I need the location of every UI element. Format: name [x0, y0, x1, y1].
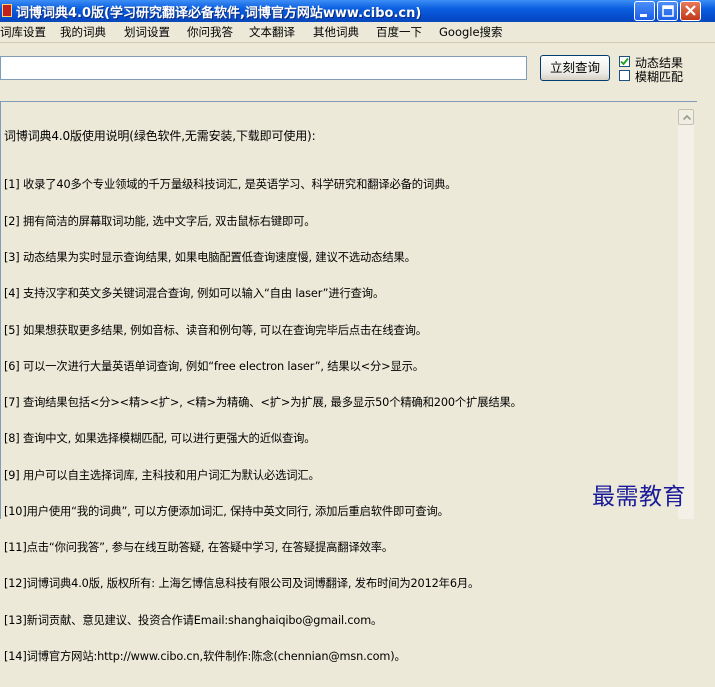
vertical-scrollbar[interactable]: [678, 109, 694, 519]
checkmark-icon: [620, 57, 629, 66]
minimize-button[interactable]: [634, 1, 655, 21]
usage-line: [13]新词贡献、意见建议、投资合作请Email:shanghaiqibo@gm…: [4, 613, 383, 627]
menu-item-word-capture-settings[interactable]: 划词设置: [124, 24, 170, 40]
watermark: 最需教育: [592, 484, 686, 510]
fuzzy-match-checkbox[interactable]: [619, 70, 630, 81]
close-icon: [685, 5, 696, 16]
usage-line: [2] 拥有简洁的屏幕取词功能, 选中文字后, 双击鼠标右键即可。: [4, 214, 316, 228]
search-button[interactable]: 立刻查询: [540, 55, 610, 81]
usage-line: [14]词博官方网站:http://www.cibo.cn,软件制作:陈念(ch…: [4, 650, 406, 664]
app-window: { "window": { "title": "词博词典4.0版(学习研究翻译必…: [0, 0, 715, 663]
menu-item-lexicon-settings[interactable]: 词库设置: [0, 24, 46, 40]
menu-item-baidu[interactable]: 百度一下: [376, 24, 422, 40]
usage-line: [8] 查询中文, 如果选择模糊匹配, 可以进行更强大的近似查询。: [4, 432, 316, 446]
fuzzy-match-label: 模糊匹配: [635, 70, 684, 84]
scroll-up-arrow-icon: [682, 114, 692, 121]
usage-line: [11]点击“你问我答”, 参与在线互助答疑, 在答疑中学习, 在答疑提高翻译效…: [4, 541, 394, 555]
maximize-button[interactable]: [657, 1, 678, 21]
minimize-icon: [640, 14, 647, 17]
usage-line: [5] 如果想获取更多结果, 例如音标、读音和例句等, 可以在查询完毕后点击在线…: [4, 323, 427, 337]
menu-item-other-dictionaries[interactable]: 其他词典: [313, 24, 359, 40]
menu-item-text-translation[interactable]: 文本翻译: [249, 24, 295, 40]
usage-line: [12]词博词典4.0版, 版权所有: 上海乞博信息科技有限公司及词博翻译, 发…: [4, 577, 480, 591]
title-bar[interactable]: 词博词典4.0版(学习研究翻译必备软件,词博官方网站www.cibo.cn): [0, 0, 715, 22]
maximize-icon: [662, 5, 674, 17]
menu-bar: 词库设置 我的词典 划词设置 你问我答 文本翻译 其他词典 百度一下 Googl…: [0, 22, 715, 43]
app-icon: [2, 4, 12, 17]
dynamic-results-checkbox[interactable]: [619, 56, 630, 67]
usage-line: [6] 可以一次进行大量英语单词查询, 例如“free electron las…: [4, 359, 424, 373]
search-input[interactable]: [0, 56, 527, 80]
scroll-up-button[interactable]: [678, 109, 694, 125]
usage-line: [9] 用户可以自主选择词库, 主科技和用户词汇为默认必选词汇。: [4, 468, 320, 482]
usage-line: [7] 查询结果包括<分><精><扩>, <精>为精确、<扩>为扩展, 最多显示…: [4, 396, 522, 410]
menu-item-google[interactable]: Google搜索: [439, 24, 503, 40]
menu-item-my-dictionary[interactable]: 我的词典: [60, 24, 106, 40]
result-text: 词博词典4.0版使用说明(绿色软件,无需安装,下载即可使用): [1] 收录了4…: [4, 105, 674, 687]
usage-line: [1] 收录了40多个专业领域的千万量级科技词汇, 是英语学习、科学研究和翻译必…: [4, 178, 457, 192]
usage-line: [10]用户使用“我的词典”, 可以方便添加词汇, 保持中英文同行, 添加后重启…: [4, 504, 449, 518]
window-frame-edge: [697, 101, 715, 519]
window-title: 词博词典4.0版(学习研究翻译必备软件,词博官方网站www.cibo.cn): [16, 6, 422, 21]
usage-heading: 词博词典4.0版使用说明(绿色软件,无需安装,下载即可使用):: [4, 129, 316, 144]
usage-line: [3] 动态结果为实时显示查询结果, 如果电脑配置低查询速度慢, 建议不选动态结…: [4, 250, 416, 264]
result-text-area[interactable]: 词博词典4.0版使用说明(绿色软件,无需安装,下载即可使用): [1] 收录了4…: [0, 101, 697, 663]
close-button[interactable]: [680, 1, 701, 21]
usage-line: [4] 支持汉字和英文多关键词混合查询, 例如可以输入“自由 laser”进行查…: [4, 287, 385, 301]
menu-item-qa[interactable]: 你问我答: [187, 24, 233, 40]
